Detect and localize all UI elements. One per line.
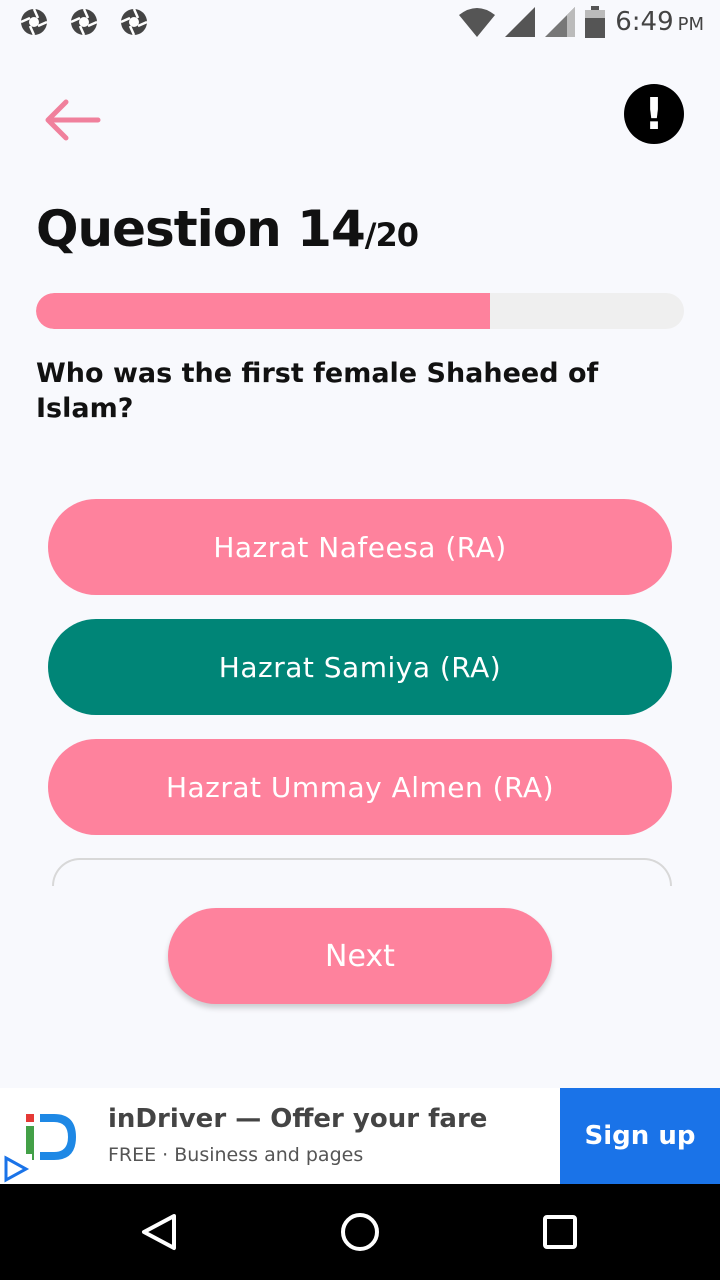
ad-choices-icon[interactable] xyxy=(0,1154,32,1184)
nav-home-button[interactable] xyxy=(336,1208,384,1256)
option-label: Hazrat Nafeesa (RA) xyxy=(213,530,507,564)
report-button[interactable]: ! xyxy=(624,84,684,144)
aperture-icon xyxy=(70,8,98,36)
exclamation-icon: ! xyxy=(643,88,665,140)
progress-bar xyxy=(36,293,684,329)
question-total: /20 xyxy=(364,216,419,254)
option-4-button-partial[interactable] xyxy=(52,858,672,886)
triangle-back-icon xyxy=(142,1214,176,1250)
battery-icon xyxy=(585,6,606,38)
signal-icon xyxy=(505,7,536,37)
aperture-icon xyxy=(20,8,48,36)
status-bar: 6:49 PM xyxy=(0,0,720,50)
progress-fill xyxy=(36,293,490,329)
clock-time: 6:49 xyxy=(615,7,674,37)
clock-ampm: PM xyxy=(677,14,704,35)
signal-icon xyxy=(545,7,576,37)
next-button[interactable]: Next xyxy=(168,908,552,1004)
clock: 6:49 PM xyxy=(615,7,704,37)
option-label: Hazrat Samiya (RA) xyxy=(218,650,502,684)
ad-subtitle: FREE · Business and pages xyxy=(108,1144,364,1166)
aperture-icon xyxy=(120,8,148,36)
nav-back-button[interactable] xyxy=(136,1208,184,1256)
question-title: Question 14/20 xyxy=(36,200,419,258)
question-number: Question 14 xyxy=(36,200,366,258)
option-3-button[interactable]: Hazrat Ummay Almen (RA) xyxy=(48,739,672,835)
square-recents-icon xyxy=(543,1215,577,1249)
arrow-left-icon xyxy=(45,99,101,141)
circle-home-icon xyxy=(341,1213,379,1251)
navigation-bar xyxy=(0,1184,720,1280)
nav-recents-button[interactable] xyxy=(536,1208,584,1256)
question-text: Who was the first female Shaheed of Isla… xyxy=(36,358,599,424)
option-1-button[interactable]: Hazrat Nafeesa (RA) xyxy=(48,499,672,595)
notification-icons xyxy=(20,8,148,36)
option-2-button[interactable]: Hazrat Samiya (RA) xyxy=(48,619,672,715)
ad-signup-button[interactable]: Sign up xyxy=(560,1088,720,1184)
indriver-logo xyxy=(26,1114,76,1160)
back-button[interactable] xyxy=(40,96,104,144)
next-label: Next xyxy=(325,938,395,974)
ad-banner[interactable]: inDriver — Offer your fare FREE · Busine… xyxy=(0,1088,720,1184)
wifi-icon xyxy=(459,8,496,37)
system-icons: 6:49 PM xyxy=(459,6,704,38)
option-label: Hazrat Ummay Almen (RA) xyxy=(165,770,555,804)
ad-title: inDriver — Offer your fare xyxy=(108,1104,488,1134)
